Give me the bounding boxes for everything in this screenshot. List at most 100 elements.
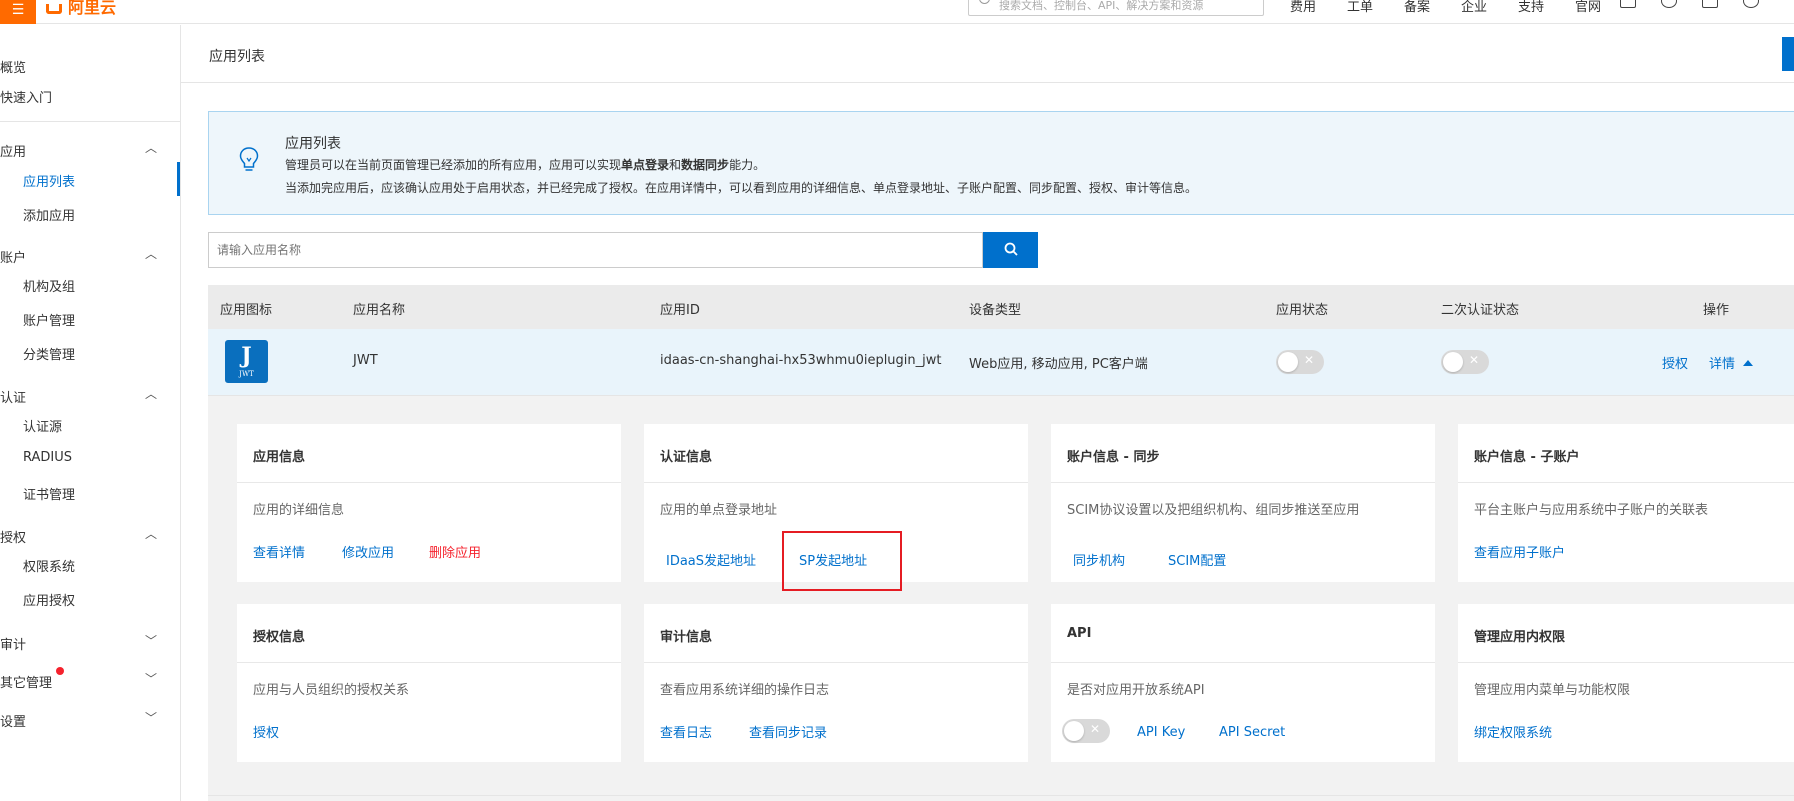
card-title: 账户信息 - 同步 xyxy=(1067,450,1160,465)
search-button[interactable] xyxy=(983,232,1038,268)
info-title: 应用列表 xyxy=(285,136,341,152)
card-divider xyxy=(1051,662,1435,663)
view-logs-link[interactable]: 查看日志 xyxy=(660,722,712,741)
nav-support[interactable]: 支持 xyxy=(1518,0,1575,15)
bind-permission-system-link[interactable]: 绑定权限系统 xyxy=(1474,722,1552,741)
page-title: 应用列表 xyxy=(209,49,265,65)
col-app-id: 应用ID xyxy=(660,303,700,318)
scim-config-link[interactable]: SCIM配置 xyxy=(1168,550,1226,569)
delete-app-link[interactable]: 删除应用 xyxy=(429,542,481,561)
sidebar: 概览 快速入门 应用 ︿ 应用列表 添加应用 账户 ︿ 机构及组 账户管理 分类… xyxy=(0,25,181,801)
sidebar-group-other[interactable]: 其它管理 xyxy=(0,672,52,691)
chevron-up-icon[interactable]: ︿ xyxy=(145,139,157,156)
caret-up-icon xyxy=(1743,360,1754,366)
sidebar-group-audit[interactable]: 审计 xyxy=(0,634,26,653)
edit-app-link[interactable]: 修改应用 xyxy=(342,542,394,561)
card-title: 审计信息 xyxy=(660,630,713,645)
card-title: 认证信息 xyxy=(660,450,713,465)
card-divider xyxy=(1458,482,1794,483)
sidebar-group-settings[interactable]: 设置 xyxy=(0,711,26,730)
sidebar-item-quickstart[interactable]: 快速入门 xyxy=(0,87,52,106)
mfa-status-toggle[interactable]: ✕ xyxy=(1441,350,1489,374)
sidebar-item-radius[interactable]: RADIUS xyxy=(23,450,72,465)
nav-tickets[interactable]: 工单 xyxy=(1347,0,1404,15)
col-actions: 操作 xyxy=(1703,303,1730,318)
idaas-initiated-url-link[interactable]: IDaaS发起地址 xyxy=(666,550,756,569)
sidebar-group-auth[interactable]: 认证 xyxy=(0,387,26,406)
sidebar-item-permission-system[interactable]: 权限系统 xyxy=(23,556,75,575)
menu-icon[interactable]: ☰ xyxy=(0,0,36,24)
nav-icp[interactable]: 备案 xyxy=(1404,0,1461,15)
sidebar-group-authorization[interactable]: 授权 xyxy=(0,527,26,546)
top-nav: 费用 工单 备案 企业 支持 官网 xyxy=(1290,0,1632,15)
sidebar-item-app-list[interactable]: 应用列表 xyxy=(23,171,75,190)
table-row: J JWT JWT idaas-cn-shanghai-hx53whmu0iep… xyxy=(208,329,1794,396)
search-icon xyxy=(979,0,990,4)
mail-icon[interactable] xyxy=(1620,0,1636,8)
sidebar-group-apps[interactable]: 应用 xyxy=(0,141,26,160)
card-divider xyxy=(237,662,621,663)
app-detail-panel: 应用信息 应用的详细信息 查看详情 修改应用 删除应用 认证信息 应用的单点登录… xyxy=(208,396,1794,801)
card-desc: 平台主账户与应用系统中子账户的关联表 xyxy=(1474,503,1709,518)
card-divider xyxy=(1458,662,1794,663)
sidebar-divider xyxy=(0,121,180,122)
app-id: idaas-cn-shanghai-hx53whmu0ieplugin_jwt xyxy=(660,353,942,368)
card-divider xyxy=(644,662,1028,663)
col-name: 应用名称 xyxy=(353,303,406,318)
bell-icon[interactable] xyxy=(1661,0,1677,8)
app-name: JWT xyxy=(353,353,378,368)
details-link[interactable]: 详情 xyxy=(1709,353,1754,372)
sidebar-item-category-mgmt[interactable]: 分类管理 xyxy=(23,344,75,363)
sidebar-item-add-app[interactable]: 添加应用 xyxy=(23,205,75,224)
aliyun-logo[interactable]: 阿里云 xyxy=(46,0,116,18)
authorize-link[interactable]: 授权 xyxy=(253,722,279,741)
info-line-2: 当添加完应用后，应该确认应用处于启用状态，并已经完成了授权。在应用详情中，可以看… xyxy=(285,181,1198,195)
chevron-down-icon[interactable]: ﹀ xyxy=(145,670,157,687)
app-name-search-input[interactable] xyxy=(208,232,983,268)
chevron-up-icon[interactable]: ︿ xyxy=(145,385,157,402)
app-status-toggle[interactable]: ✕ xyxy=(1276,350,1324,374)
card-app-info: 应用信息 应用的详细信息 查看详情 修改应用 删除应用 xyxy=(237,424,621,582)
cart-icon[interactable] xyxy=(1702,0,1718,8)
help-icon[interactable] xyxy=(1743,0,1759,8)
api-toggle[interactable]: ✕ xyxy=(1062,719,1110,743)
card-api: API 是否对应用开放系统API ✕ API Key API Secret xyxy=(1051,604,1435,762)
top-bar: ☰ 阿里云 搜索文档、控制台、API、解决方案和资源 费用 工单 备案 企业 支… xyxy=(0,0,1794,24)
view-sync-records-link[interactable]: 查看同步记录 xyxy=(749,722,827,741)
sidebar-group-accounts[interactable]: 账户 xyxy=(0,247,26,266)
chevron-down-icon[interactable]: ﹀ xyxy=(145,632,157,649)
card-desc: 应用与人员组织的授权关系 xyxy=(253,683,410,698)
card-title: 应用信息 xyxy=(253,450,306,465)
top-icons xyxy=(1620,0,1759,8)
sidebar-item-orgs[interactable]: 机构及组 xyxy=(23,276,75,295)
col-mfa-status: 二次认证状态 xyxy=(1441,303,1520,318)
sync-org-link[interactable]: 同步机构 xyxy=(1073,550,1125,569)
card-audit: 审计信息 查看应用系统详细的操作日志 查看日志 查看同步记录 xyxy=(644,604,1028,762)
card-divider xyxy=(644,482,1028,483)
sidebar-item-overview[interactable]: 概览 xyxy=(0,57,26,76)
nav-enterprise[interactable]: 企业 xyxy=(1461,0,1518,15)
col-status: 应用状态 xyxy=(1276,303,1329,318)
nav-fees[interactable]: 费用 xyxy=(1290,0,1347,15)
info-banner: 应用列表 管理员可以在当前页面管理已经添加的所有应用，应用可以实现单点登录和数据… xyxy=(208,111,1794,215)
sidebar-item-certs[interactable]: 证书管理 xyxy=(23,484,75,503)
global-search-input[interactable]: 搜索文档、控制台、API、解决方案和资源 xyxy=(968,0,1264,16)
chevron-up-icon[interactable]: ︿ xyxy=(145,245,157,262)
card-title: 授权信息 xyxy=(253,630,306,645)
sidebar-item-app-auth[interactable]: 应用授权 xyxy=(23,590,75,609)
view-details-link[interactable]: 查看详情 xyxy=(253,542,305,561)
card-divider xyxy=(237,482,621,483)
authorize-link[interactable]: 授权 xyxy=(1662,353,1688,372)
table-header: 应用图标 应用名称 应用ID 设备类型 应用状态 二次认证状态 操作 xyxy=(208,285,1794,329)
page-header: 应用列表 xyxy=(181,25,1794,83)
chevron-down-icon[interactable]: ﹀ xyxy=(145,709,157,726)
sidebar-item-account-mgmt[interactable]: 账户管理 xyxy=(23,310,75,329)
api-secret-link[interactable]: API Secret xyxy=(1219,725,1285,740)
device-type: Web应用, 移动应用, PC客户端 xyxy=(969,357,1148,372)
header-action-button[interactable] xyxy=(1782,37,1794,71)
api-key-link[interactable]: API Key xyxy=(1137,725,1185,740)
active-indicator xyxy=(177,162,180,196)
view-sub-accounts-link[interactable]: 查看应用子账户 xyxy=(1474,542,1565,561)
chevron-up-icon[interactable]: ︿ xyxy=(145,525,157,542)
sidebar-item-auth-source[interactable]: 认证源 xyxy=(23,416,62,435)
